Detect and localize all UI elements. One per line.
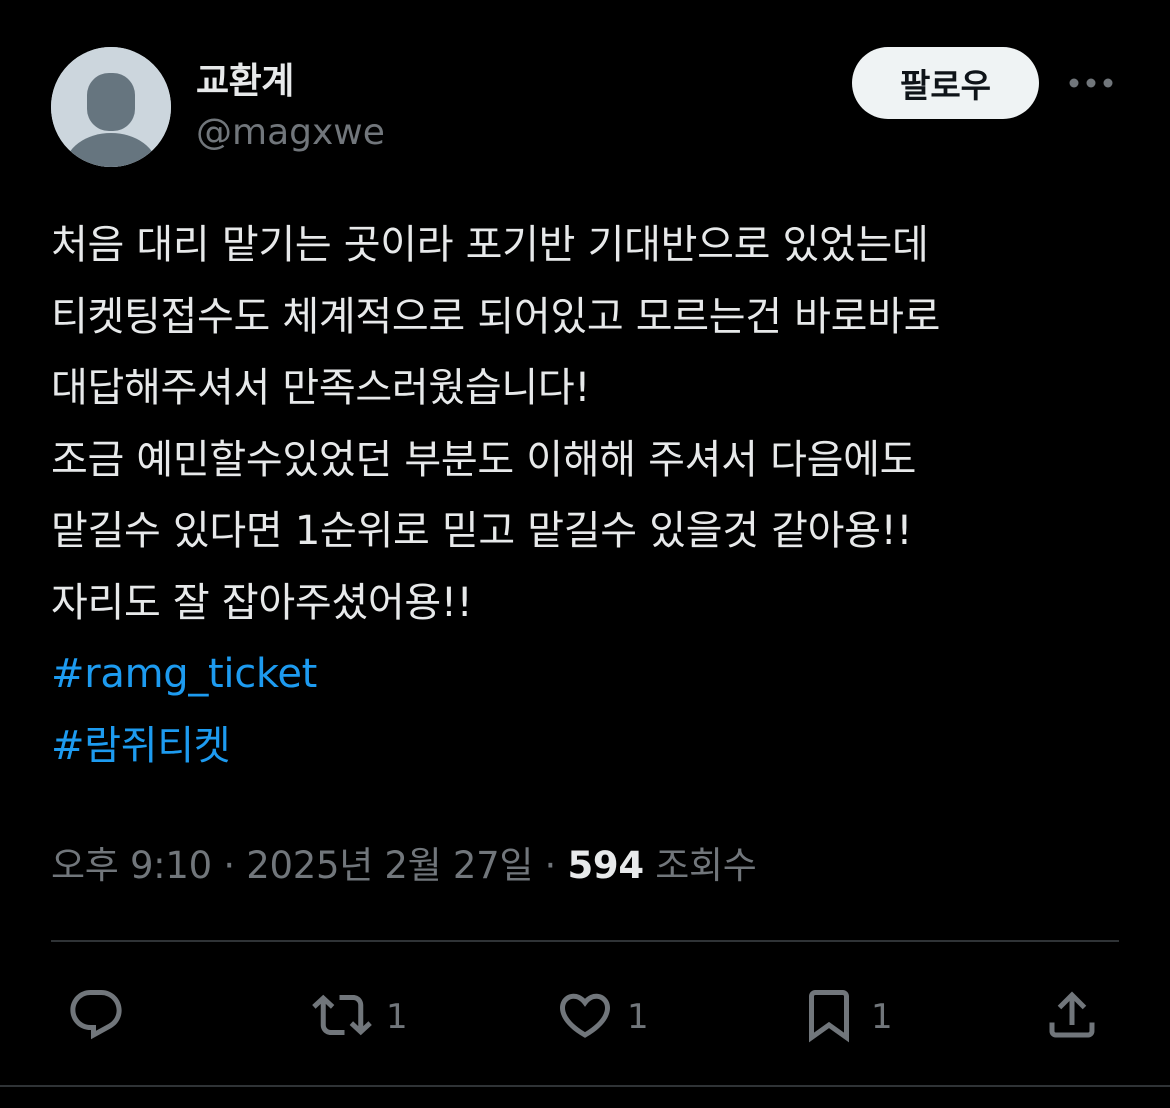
user-handle[interactable]: @magxwe [196, 112, 385, 153]
avatar[interactable] [51, 47, 171, 167]
display-name[interactable]: 교환계 [196, 52, 294, 104]
tweet-text-line: 대답해주셔서 만족스러웠습니다! [51, 365, 591, 411]
more-dots-icon[interactable] [1068, 70, 1114, 96]
views-label: 조회수 [655, 844, 757, 887]
follow-button[interactable]: 팔로우 [852, 47, 1039, 119]
tweet-text-line: 처음 대리 맡기는 곳이라 포기반 기대반으로 있었는데 [51, 222, 929, 268]
tweet-text-line: 티켓팅접수도 체계적으로 되어있고 모르는건 바로바로 [51, 293, 941, 340]
tweet-meta: 오후 9:10 · 2025년 2월 27일 · 594 조회수 [51, 835, 757, 889]
reply-button[interactable] [66, 985, 138, 1045]
tweet-text-line: 맡길수 있다면 1순위로 믿고 맡길수 있을것 같아용!! [51, 508, 913, 554]
meta-separator: · [544, 844, 557, 887]
default-avatar-icon [51, 47, 171, 167]
tweet-detail: 교환계 @magxwe 팔로우 처음 대리 맡기는 곳이라 포기반 기대반으로 … [0, 0, 1170, 1108]
views-count[interactable]: 594 [567, 844, 644, 887]
tweet-text: 처음 대리 맡기는 곳이라 포기반 기대반으로 있었는데 티켓팅접수도 체계적으… [51, 210, 1141, 782]
retweet-button[interactable]: 1 [310, 985, 408, 1045]
meta-separator: · [223, 844, 235, 887]
divider [0, 1085, 1170, 1087]
share-icon [1049, 991, 1095, 1038]
share-button[interactable] [1042, 985, 1102, 1045]
retweet-count: 1 [386, 997, 408, 1037]
tweet-date[interactable]: 2025년 2월 27일 [246, 844, 533, 887]
heart-icon [559, 993, 611, 1038]
retweet-icon [312, 994, 372, 1036]
hashtag-link[interactable]: #ramg_ticket [51, 639, 1141, 711]
hashtag-link[interactable]: #람쥐티켓 [51, 711, 1141, 783]
tweet-text-line: 자리도 잘 잡아주셨어용!! [51, 579, 473, 626]
like-count: 1 [627, 997, 649, 1037]
reply-icon [70, 990, 122, 1040]
like-button[interactable]: 1 [555, 985, 649, 1045]
tweet-text-line: 조금 예민할수있었던 부분도 이해해 주셔서 다음에도 [51, 436, 917, 483]
bookmark-count: 1 [871, 997, 893, 1037]
divider [51, 940, 1119, 942]
bookmark-button[interactable]: 1 [799, 985, 893, 1045]
tweet-time[interactable]: 오후 9:10 [51, 844, 212, 887]
bookmark-icon [809, 990, 849, 1043]
